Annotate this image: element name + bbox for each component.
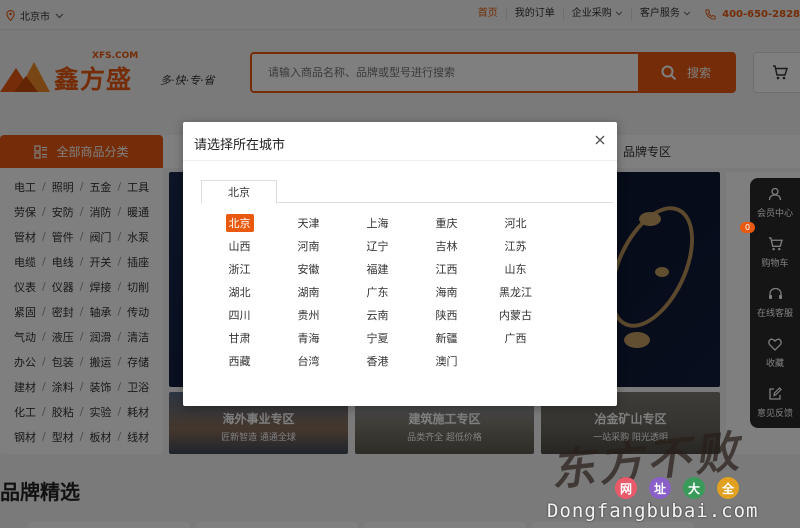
city-option[interactable]: 贵州 (274, 306, 343, 324)
city-option-label: 山西 (228, 240, 251, 253)
city-option[interactable]: 香港 (343, 352, 412, 370)
city-option[interactable]: 甘肃 (205, 329, 274, 347)
city-option-label: 青海 (297, 332, 320, 345)
city-option[interactable]: 天津 (274, 214, 343, 232)
city-option-label: 澳门 (435, 355, 458, 368)
dialog-header: 请选择所在城市 (183, 122, 617, 161)
watermark-chars: 网址大全 (615, 477, 739, 499)
city-option-label: 台湾 (297, 355, 320, 368)
watermark-url: Dongfangbubai.com (547, 500, 759, 522)
city-option[interactable]: 北京 (205, 214, 274, 232)
city-option[interactable]: 西藏 (205, 352, 274, 370)
city-option[interactable]: 山东 (481, 260, 550, 278)
city-option-label: 湖北 (228, 286, 251, 299)
city-option-label: 江苏 (504, 240, 527, 253)
city-option-label: 福建 (366, 263, 389, 276)
dialog-title: 请选择所在城市 (194, 138, 286, 153)
watermark-char: 大 (683, 477, 705, 499)
city-option[interactable]: 浙江 (205, 260, 274, 278)
city-option[interactable]: 江西 (412, 260, 481, 278)
city-option[interactable]: 宁夏 (343, 329, 412, 347)
city-option-label: 河北 (504, 217, 527, 230)
city-option-label: 西藏 (228, 355, 251, 368)
city-option[interactable]: 河北 (481, 214, 550, 232)
city-option-label: 江西 (435, 263, 458, 276)
city-option[interactable]: 福建 (343, 260, 412, 278)
city-option-label: 宁夏 (366, 332, 389, 345)
city-option-label: 安徽 (297, 263, 320, 276)
city-option[interactable]: 四川 (205, 306, 274, 324)
city-option[interactable]: 安徽 (274, 260, 343, 278)
city-option-label: 陕西 (435, 309, 458, 322)
watermark-char: 网 (615, 477, 637, 499)
city-select-dialog: 请选择所在城市 北京 北京 天津 上海 重庆 河北 山西 河南 辽宁 吉林 江苏 浙江 安徽 福建 江西山… (183, 122, 617, 406)
city-option-label: 贵州 (297, 309, 320, 322)
city-option-label: 广西 (504, 332, 527, 345)
city-option-label: 河南 (297, 240, 320, 253)
city-option-label: 香港 (366, 355, 389, 368)
city-option-label: 黑龙江 (499, 286, 532, 299)
city-option[interactable]: 江苏 (481, 237, 550, 255)
city-option[interactable]: 海南 (412, 283, 481, 301)
city-option[interactable]: 吉林 (412, 237, 481, 255)
city-option-label: 内蒙古 (499, 309, 532, 322)
city-option-label: 山东 (504, 263, 527, 276)
city-option-label: 辽宁 (366, 240, 389, 253)
city-option-label: 重庆 (435, 217, 458, 230)
city-option[interactable]: 重庆 (412, 214, 481, 232)
city-option-label: 吉林 (435, 240, 458, 253)
watermark-char: 址 (649, 477, 671, 499)
city-option-label: 天津 (297, 217, 320, 230)
city-option[interactable]: 台湾 (274, 352, 343, 370)
city-option-label: 新疆 (435, 332, 458, 345)
close-icon[interactable] (593, 133, 607, 147)
city-option-label: 浙江 (228, 263, 251, 276)
city-option[interactable]: 青海 (274, 329, 343, 347)
city-option-label: 四川 (228, 309, 251, 322)
city-option[interactable]: 河南 (274, 237, 343, 255)
city-option-label: 广东 (366, 286, 389, 299)
city-option[interactable]: 广东 (343, 283, 412, 301)
city-option-label: 云南 (366, 309, 389, 322)
city-grid: 北京 天津 上海 重庆 河北山西 河南 辽宁 吉林 江苏浙江 安徽 福建 江西 山东湖北 湖南 广东 海南 黑龙… (205, 214, 605, 370)
city-option-label: 上海 (366, 217, 389, 230)
city-option[interactable]: 辽宁 (343, 237, 412, 255)
city-option[interactable]: 湖北 (205, 283, 274, 301)
city-option-label: 甘肃 (228, 332, 251, 345)
tab-province[interactable]: 北京 (201, 180, 277, 204)
city-option-label: 北京 (225, 214, 254, 232)
city-option[interactable]: 广西 (481, 329, 550, 347)
city-option[interactable]: 湖南 (274, 283, 343, 301)
watermark-char: 全 (717, 477, 739, 499)
cart-count-badge: 0 (740, 222, 756, 233)
city-option[interactable]: 黑龙江 (481, 283, 550, 301)
city-option[interactable]: 内蒙古 (481, 306, 550, 324)
city-option-label: 海南 (435, 286, 458, 299)
city-option[interactable]: 澳门 (412, 352, 481, 370)
dialog-tabs: 北京 (201, 180, 613, 204)
city-option[interactable]: 新疆 (412, 329, 481, 347)
city-option[interactable]: 陕西 (412, 306, 481, 324)
city-option-label: 湖南 (297, 286, 320, 299)
city-option[interactable]: 上海 (343, 214, 412, 232)
city-option[interactable]: 云南 (343, 306, 412, 324)
city-option[interactable]: 山西 (205, 237, 274, 255)
